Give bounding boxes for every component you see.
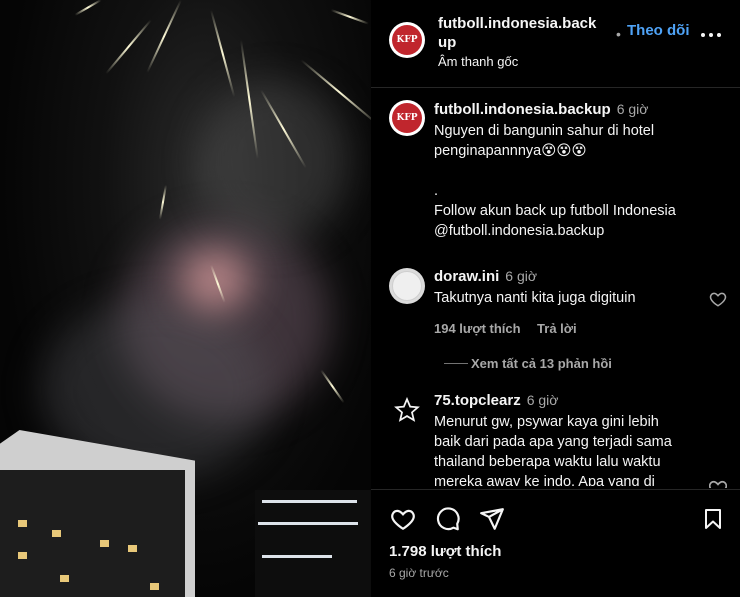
smoke-cloud [200, 80, 350, 240]
default-avatar-icon [392, 271, 422, 301]
caption-avatar[interactable]: KFP [389, 100, 425, 136]
brand-logo: KFP [392, 103, 422, 133]
building-light-strip [262, 500, 357, 503]
star-icon [394, 397, 420, 422]
comment-avatar[interactable] [389, 392, 425, 428]
firework-spark [74, 0, 102, 16]
firework-spark [105, 19, 152, 75]
building-facade [0, 470, 185, 597]
header-divider [371, 87, 740, 88]
firework-spark [210, 9, 236, 98]
caption-block: futboll.indonesia.backup 6 giờ Nguyen di … [434, 101, 676, 241]
header-avatar[interactable]: KFP [389, 22, 425, 58]
post-sidebar: KFP futboll.indonesia.back up • Theo dõi… [371, 0, 740, 597]
firework-spark [146, 0, 182, 73]
comment-text: Takutnya nanti kita juga digituin [434, 290, 636, 306]
caption-mention[interactable]: @futboll.indonesia.backup [434, 221, 676, 241]
lit-window [60, 575, 69, 582]
comment: 75.topclearz 6 giờ Menurut gw, psywar kay… [434, 392, 672, 486]
comment: doraw.ini 6 giờ Takutnya nanti kita juga … [434, 268, 636, 338]
caption-username[interactable]: futboll.indonesia.backup [434, 101, 611, 118]
firework-spark [320, 369, 345, 404]
lit-window [52, 530, 61, 537]
comment-text: Menurut gw, psywar kaya gini lebih [434, 414, 659, 430]
footer-divider [371, 489, 740, 490]
comment-time: 6 giờ [526, 392, 559, 408]
comment-likes[interactable]: 194 lượt thích [434, 321, 521, 336]
audio-label[interactable]: Âm thanh gốc [438, 54, 518, 69]
lit-window [18, 520, 27, 527]
likes-count[interactable]: 1.798 lượt thích [389, 543, 501, 560]
lit-window [18, 552, 27, 559]
comment-text: baik dari pada apa yang terjadi sama [434, 434, 672, 450]
separator-dot: • [616, 26, 621, 42]
more-icon[interactable] [701, 28, 725, 42]
post-media[interactable] [0, 0, 371, 597]
view-replies-button[interactable]: Xem tất cả 13 phản hồi [471, 356, 612, 371]
caption-time: 6 giờ [616, 101, 649, 117]
firework-spark [330, 9, 369, 25]
bookmark-icon[interactable] [701, 506, 725, 532]
comment-text: mereka away ke indo. Apa yang di [434, 474, 655, 486]
building-light-strip [262, 555, 332, 558]
replies-line [444, 363, 468, 364]
caption-line: . [434, 183, 439, 199]
building-light-strip [258, 522, 358, 525]
lit-window [150, 583, 159, 590]
heart-icon[interactable] [709, 478, 727, 488]
distant-building [255, 490, 371, 597]
caption-line: Nguyen di bangunin sahur di hotel [434, 123, 655, 139]
header-username[interactable]: futboll.indonesia.back up [438, 14, 618, 52]
comment-time: 6 giờ [505, 268, 538, 284]
comment-icon[interactable] [435, 506, 461, 532]
firework-spark [158, 184, 167, 220]
comment-username[interactable]: 75.topclearz [434, 392, 521, 409]
reply-button[interactable]: Trả lời [537, 321, 577, 336]
follow-button[interactable]: Theo dõi [627, 22, 690, 39]
comment-username[interactable]: doraw.ini [434, 268, 499, 285]
lit-window [100, 540, 109, 547]
brand-logo: KFP [392, 25, 422, 55]
comment-avatar[interactable] [389, 268, 425, 304]
comment-text: thailand beberapa waktu lalu waktu [434, 454, 661, 470]
heart-icon[interactable] [709, 290, 727, 308]
like-heart-icon[interactable] [389, 506, 417, 532]
caption-line: Follow akun back up futboll Indonesia [434, 203, 676, 219]
post-time: 6 giờ trước [389, 566, 449, 580]
lit-window [128, 545, 137, 552]
caption-line: penginapannnya😵😵😵 [434, 143, 587, 159]
share-icon[interactable] [479, 506, 505, 532]
